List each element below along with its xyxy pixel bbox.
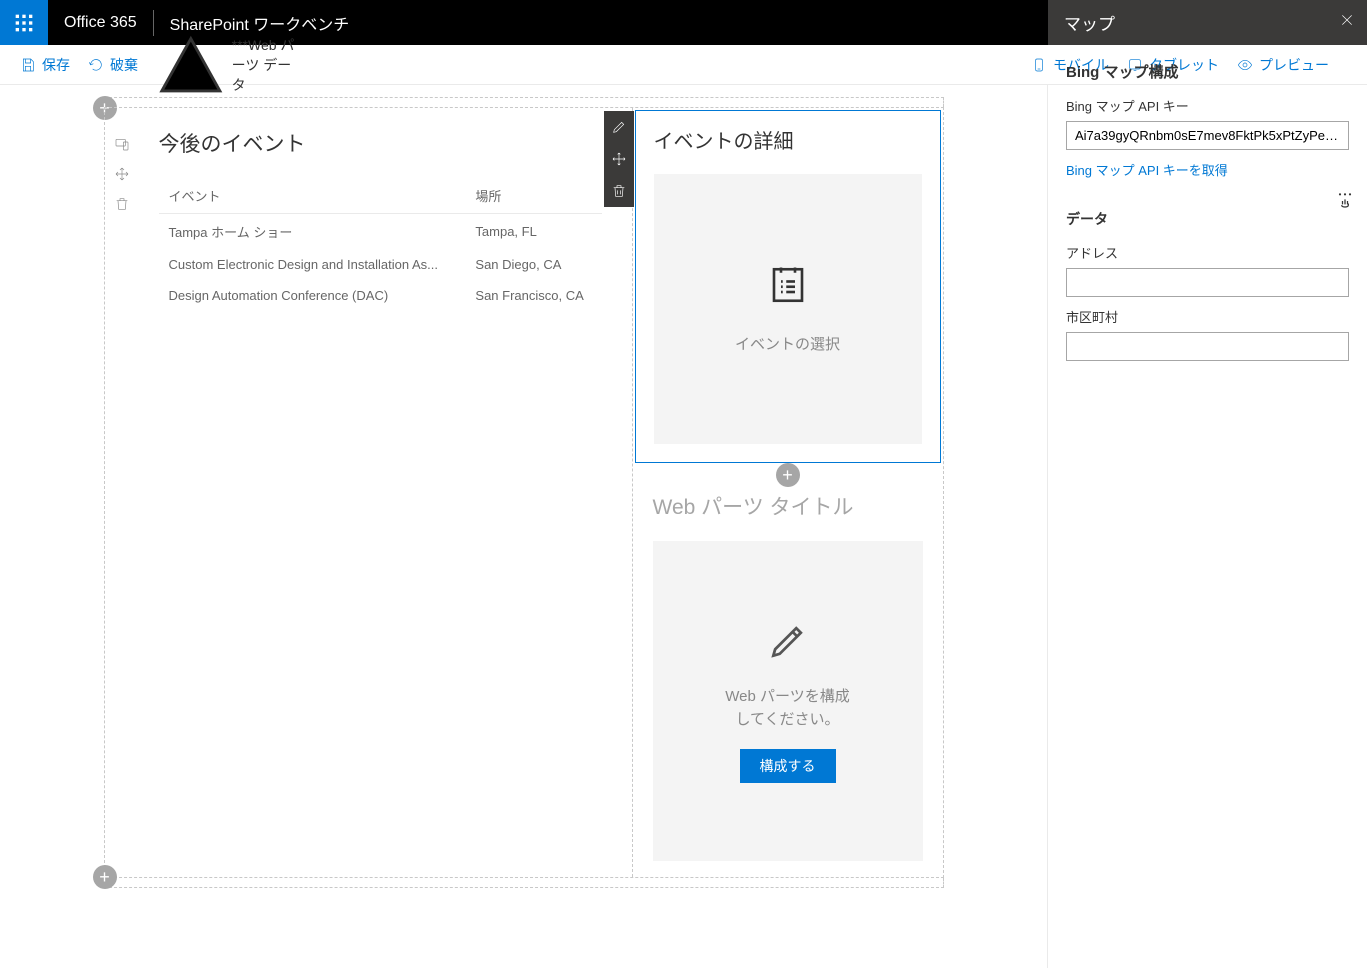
discard-button[interactable]: 破棄 (88, 55, 138, 75)
section-add-zone-top: + (104, 97, 944, 107)
column-left: 今後のイベント イベント 場所 Tampa ホーム ショーTampa, FL C… (139, 108, 633, 877)
address-input[interactable] (1066, 268, 1349, 297)
table-row[interactable]: Custom Electronic Design and Installatio… (159, 249, 602, 280)
add-section-button-bottom[interactable]: + (93, 865, 117, 889)
property-pane-title: マップ (1064, 10, 1115, 35)
column-right: イベントの詳細 イベントの選択 + Web パーツ タイトル (633, 108, 943, 877)
move-webpart-button[interactable] (604, 143, 634, 175)
move-icon[interactable] (114, 166, 130, 182)
device-icon[interactable] (114, 136, 130, 152)
add-webpart-button[interactable]: + (776, 463, 800, 487)
city-label: 市区町村 (1066, 307, 1349, 326)
event-details-title: イベントの詳細 (654, 125, 922, 154)
discard-label: 破棄 (110, 55, 138, 75)
address-label: アドレス (1066, 243, 1349, 262)
close-pane-button[interactable] (1339, 12, 1355, 33)
data-section-heading: データ (1066, 209, 1349, 229)
get-api-key-link[interactable]: Bing マップ API キーを取得 (1066, 160, 1228, 179)
api-key-label: Bing マップ API キー (1066, 96, 1349, 115)
webpart-title-placeholder[interactable]: Web パーツ タイトル (653, 491, 923, 521)
upcoming-events-title: 今後のイベント (159, 128, 602, 158)
city-input[interactable] (1066, 332, 1349, 361)
event-select-placeholder: イベントの選択 (654, 174, 922, 444)
save-label: 保存 (42, 55, 70, 75)
section-add-zone-bottom: + (104, 878, 944, 888)
map-webpart[interactable]: Web パーツ タイトル Web パーツを構成 してください。 構成する (635, 477, 941, 875)
property-pane: マップ Bing マップ構成 Bing マップ API キー Bing マップ … (1047, 85, 1367, 968)
configure-button[interactable]: 構成する (740, 749, 836, 783)
app-name: Office 365 (48, 14, 153, 32)
edit-webpart-button[interactable] (604, 111, 634, 143)
section-rail (105, 108, 139, 877)
canvas-wrap: + 今後のイベント イベント 場所 (0, 85, 1047, 968)
table-row[interactable]: Design Automation Conference (DAC)San Fr… (159, 280, 602, 311)
configure-text: Web パーツを構成 してください。 (725, 686, 849, 731)
save-button[interactable]: 保存 (20, 55, 70, 75)
section: 今後のイベント イベント 場所 Tampa ホーム ショーTampa, FL C… (104, 107, 944, 878)
property-pane-header: マップ (1048, 0, 1367, 45)
list-icon (767, 264, 809, 309)
bing-config-heading: Bing マップ構成 (1066, 61, 1349, 82)
event-details-webpart[interactable]: イベントの詳細 イベントの選択 (635, 110, 941, 463)
col-header-event: イベント (159, 178, 466, 214)
delete-section-icon[interactable] (114, 196, 130, 212)
webpart-toolbar (604, 111, 634, 207)
configure-placeholder: Web パーツを構成 してください。 構成する (653, 541, 923, 861)
app-launcher[interactable] (0, 0, 48, 45)
events-table: イベント 場所 Tampa ホーム ショーTampa, FL Custom El… (159, 178, 602, 311)
property-pane-body: Bing マップ構成 Bing マップ API キー Bing マップ API … (1048, 45, 1367, 387)
event-select-text: イベントの選択 (735, 333, 840, 354)
api-key-input[interactable] (1066, 121, 1349, 150)
pencil-icon (766, 619, 810, 666)
table-row[interactable]: Tampa ホーム ショーTampa, FL (159, 214, 602, 250)
delete-webpart-button[interactable] (604, 175, 634, 207)
workspace: + 今後のイベント イベント 場所 (0, 85, 1367, 968)
col-header-location: 場所 (465, 178, 601, 214)
